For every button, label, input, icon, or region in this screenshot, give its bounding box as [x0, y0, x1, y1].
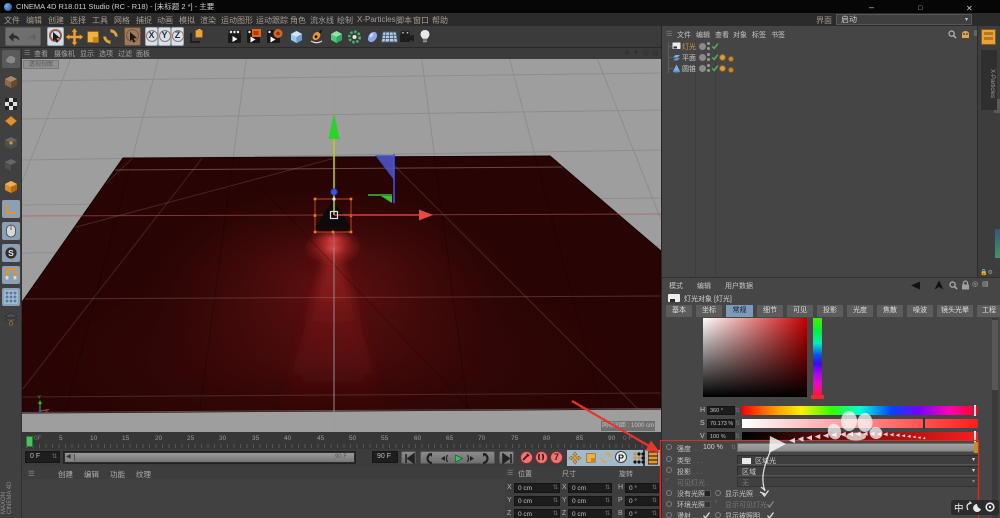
svg-text:S: S	[8, 248, 14, 258]
svg-text:X: X	[45, 409, 48, 414]
svg-text:(): ()	[9, 321, 13, 326]
